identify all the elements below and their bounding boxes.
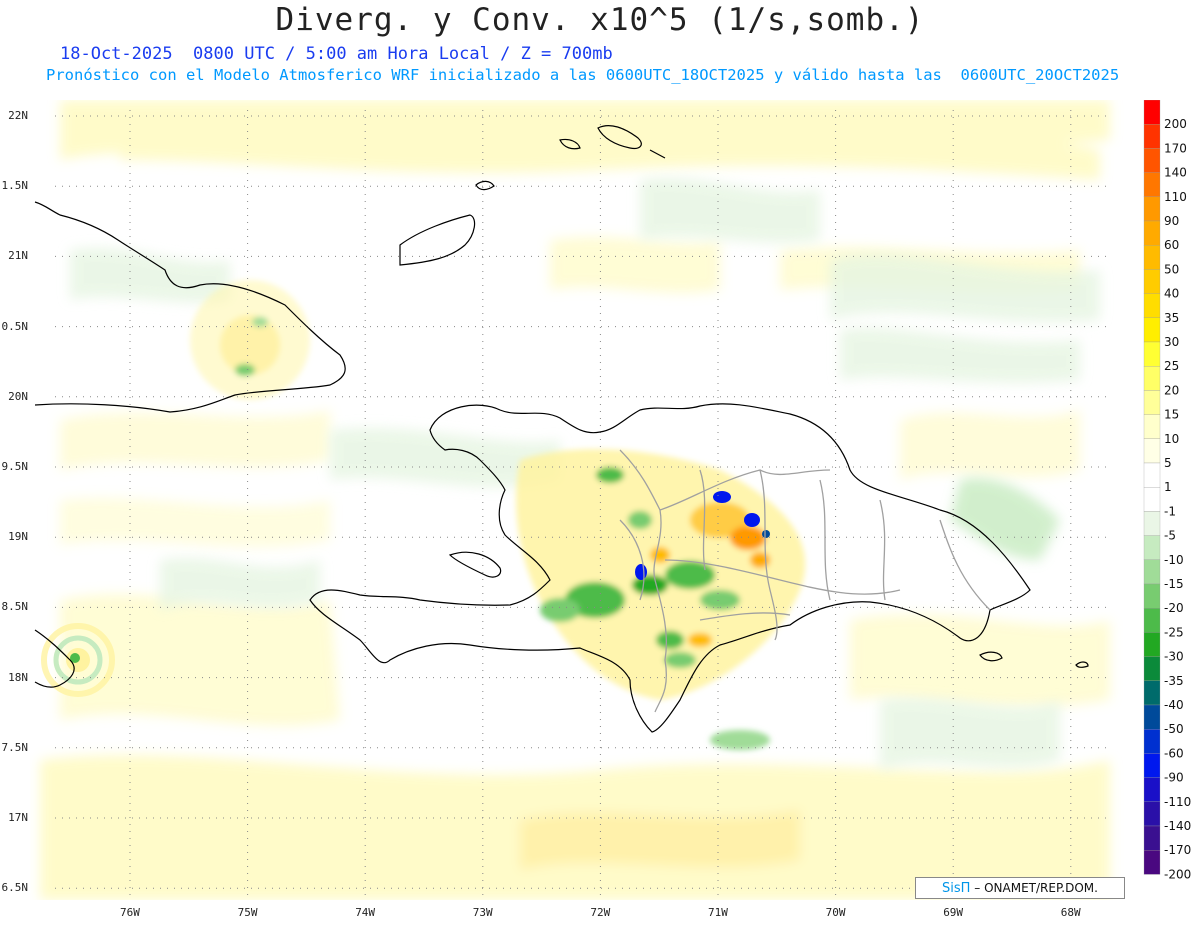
longitude-tick-label: 75W (237, 906, 258, 919)
colorbar-label: -50 (1164, 722, 1184, 736)
colorbar-label: -40 (1164, 698, 1184, 712)
colorbar-swatch (1143, 825, 1161, 851)
credit-box: SisΠ – ONAMET/REP.DOM. (915, 877, 1125, 899)
colorbar-swatch (1143, 317, 1161, 343)
colorbar-label: -140 (1164, 819, 1191, 833)
colorbar-swatch (1143, 293, 1161, 318)
colorbar-swatch (1143, 366, 1161, 391)
colorbar-swatch (1143, 559, 1161, 585)
colorbar-swatch (1143, 245, 1161, 270)
colorbar-swatch (1143, 462, 1161, 488)
map-canvas (30, 100, 1135, 900)
colorbar-swatch (1143, 680, 1161, 706)
colorbar-swatch (1143, 608, 1161, 633)
colorbar-label: 50 (1164, 262, 1179, 276)
colorbar-swatch (1143, 777, 1161, 802)
longitude-tick-label: 70W (825, 906, 846, 919)
colorbar-swatch (1143, 583, 1161, 609)
colorbar-label: -60 (1164, 746, 1184, 760)
colorbar-label: 110 (1164, 190, 1187, 204)
colorbar: 200 170 140 110 90 60 50 40 35 30 25 20 15 10 5 1 -1 -5 -1… (1143, 100, 1191, 881)
colorbar-label: -90 (1164, 771, 1184, 785)
colorbar-label: 90 (1164, 214, 1179, 228)
colorbar-swatch (1143, 220, 1161, 246)
sispi-logo: SisΠ (942, 881, 971, 896)
colorbar-swatch (1143, 632, 1161, 657)
longitude-tick-label: 68W (1060, 906, 1081, 919)
colorbar-swatch (1143, 390, 1161, 415)
colorbar-swatch (1143, 850, 1161, 875)
colorbar-label: -5 (1164, 529, 1176, 543)
latitude-tick-label: 9.5N (1, 460, 29, 473)
latitude-tick-label: 18N (8, 670, 28, 684)
colorbar-swatch (1143, 148, 1161, 173)
credit-text: – ONAMET/REP.DOM. (974, 881, 1098, 895)
latitude-tick-label: 8.5N (1, 600, 29, 614)
colorbar-swatch (1143, 704, 1161, 730)
latitude-tick-label: 1.5N (1, 179, 29, 193)
colorbar-swatch (1143, 438, 1161, 464)
latitude-tick-label: 22N (8, 109, 28, 122)
colorbar-swatch (1143, 511, 1161, 536)
colorbar-swatch (1143, 124, 1161, 149)
colorbar-swatch (1143, 656, 1161, 681)
colorbar-label: 40 (1164, 287, 1179, 301)
colorbar-label: 170 (1164, 141, 1187, 155)
storm-ring (41, 623, 115, 697)
colorbar-swatch (1143, 801, 1161, 827)
colorbar-label: -25 (1164, 625, 1184, 639)
longitude-tick-label: 76W (120, 906, 140, 919)
colorbar-swatch (1143, 172, 1161, 197)
colorbar-swatch (1143, 196, 1161, 222)
colorbar-swatch (1143, 269, 1161, 294)
colorbar-label: 60 (1164, 238, 1179, 252)
colorbar-label: 10 (1164, 432, 1179, 446)
colorbar-swatch (1143, 100, 1161, 125)
colorbar-label: -20 (1164, 601, 1184, 615)
longitude-tick-label: 69W (943, 906, 964, 919)
convergence-core-3 (635, 564, 647, 580)
colorbar-label: -110 (1164, 795, 1191, 809)
colorbar-swatch (1143, 341, 1161, 367)
longitude-tick-label: 74W (355, 906, 376, 919)
colorbar-swatch (1143, 753, 1161, 778)
convergence-core-1 (713, 491, 731, 503)
colorbar-label: -10 (1164, 553, 1184, 567)
latitude-tick-label: 21N (8, 249, 28, 263)
colorbar-label: -200 (1164, 867, 1191, 881)
colorbar-label: -15 (1164, 577, 1184, 591)
colorbar-label: 25 (1164, 359, 1179, 373)
longitude-tick-label: 72W (590, 906, 611, 919)
colorbar-label: 200 (1164, 117, 1187, 131)
colorbar-label: 1 (1164, 480, 1172, 494)
latitude-tick-label: 0.5N (1, 319, 29, 333)
colorbar-label: -30 (1164, 650, 1184, 664)
colorbar-swatch (1143, 487, 1161, 512)
convergence-core-2 (744, 513, 760, 527)
latitude-tick-label: 20N (8, 389, 28, 403)
colorbar-label: -170 (1164, 843, 1191, 857)
colorbar-swatch (1143, 535, 1161, 560)
longitude-tick-label: 71W (708, 906, 728, 919)
latitude-tick-label: 19N (8, 530, 28, 544)
colorbar-swatch (1143, 414, 1161, 439)
latitude-tick-label: 7.5N (1, 740, 29, 754)
colorbar-label: -35 (1164, 674, 1184, 688)
longitude-tick-label: 73W (472, 906, 493, 919)
colorbar-label: 5 (1164, 456, 1172, 470)
colorbar-swatch (1143, 729, 1161, 754)
divergence-field (30, 100, 1135, 900)
convergence-core-4 (762, 530, 770, 538)
latitude-tick-label: 6.5N (1, 881, 29, 895)
colorbar-label: 20 (1164, 383, 1179, 397)
colorbar-label: -1 (1164, 504, 1176, 518)
colorbar-label: 15 (1164, 408, 1179, 422)
colorbar-label: 140 (1164, 166, 1187, 180)
colorbar-label: 35 (1164, 311, 1179, 325)
colorbar-label: 30 (1164, 335, 1179, 349)
latitude-tick-label: 17N (8, 811, 28, 824)
